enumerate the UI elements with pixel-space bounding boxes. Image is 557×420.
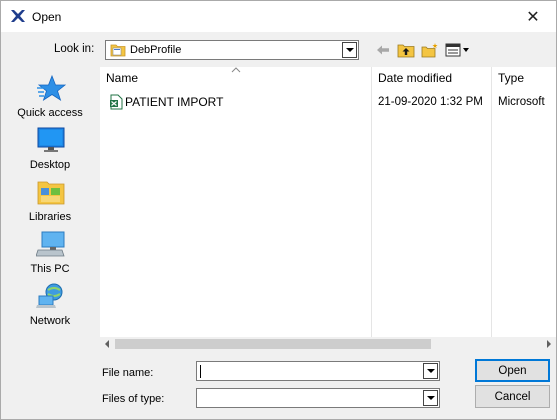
chevron-left-icon [105, 340, 109, 348]
new-folder-button[interactable] [421, 41, 439, 59]
look-in-dropdown[interactable]: DebProfile [105, 40, 359, 60]
files-of-type-label: Files of type: [102, 393, 165, 405]
place-label: Desktop [29, 159, 71, 171]
file-name: PATIENT IMPORT [125, 95, 224, 109]
cancel-button[interactable]: Cancel [475, 385, 550, 408]
chevron-down-icon[interactable] [423, 390, 438, 406]
scroll-left-button[interactable] [100, 337, 114, 351]
horizontal-scrollbar[interactable] [100, 337, 556, 351]
back-arrow-icon [377, 45, 389, 55]
network-icon [36, 283, 63, 308]
this-pc-icon [36, 231, 65, 257]
quick-access-star-icon [37, 74, 66, 101]
chevron-down-icon[interactable] [423, 363, 438, 379]
up-folder-button[interactable] [397, 41, 415, 59]
scrollbar-thumb[interactable] [115, 339, 431, 349]
chevron-right-icon [547, 340, 551, 348]
desktop-icon [37, 127, 65, 152]
view-menu-button[interactable] [445, 41, 471, 59]
files-of-type-dropdown[interactable] [196, 388, 440, 408]
chevron-down-icon[interactable] [342, 42, 357, 58]
place-network[interactable]: Network [3, 282, 97, 332]
libraries-icon [37, 181, 65, 205]
column-header-name[interactable]: Name [106, 71, 138, 89]
close-button[interactable]: ✕ [510, 1, 556, 32]
file-name-input[interactable] [199, 363, 421, 379]
window-title: Open [32, 10, 62, 24]
excel-file-icon [110, 94, 123, 110]
text-caret [200, 365, 201, 378]
place-label: Libraries [28, 211, 72, 223]
place-label: This PC [30, 263, 70, 275]
view-menu-icon [445, 43, 469, 57]
folder-icon [110, 44, 126, 57]
place-label: Quick access [17, 107, 83, 119]
back-button[interactable] [375, 41, 391, 59]
look-in-label: Look in: [54, 43, 95, 55]
column-header-date-modified[interactable]: Date modified [378, 71, 452, 89]
column-header-type[interactable]: Type [498, 71, 524, 89]
file-name-label: File name: [102, 367, 154, 379]
file-row[interactable]: PATIENT IMPORT 21-09-2020 1:32 PM Micros… [100, 93, 556, 111]
open-dialog: Open ✕ Look in: DebProfile Quick access … [0, 0, 557, 420]
place-desktop[interactable]: Desktop [3, 126, 97, 176]
file-date-modified: 21-09-2020 1:32 PM [378, 96, 483, 108]
place-this-pc[interactable]: This PC [3, 230, 97, 280]
file-name-combo[interactable] [196, 361, 440, 381]
close-icon: ✕ [526, 8, 540, 26]
open-button[interactable]: Open [475, 359, 550, 382]
place-label: Network [29, 315, 71, 327]
look-in-value: DebProfile [130, 44, 182, 56]
new-folder-icon [421, 43, 438, 58]
file-list[interactable]: Name Date modified Type PATIENT IMPORT 2… [100, 67, 556, 351]
file-type: Microsoft [498, 96, 545, 108]
place-quick-access[interactable]: Quick access [3, 74, 97, 124]
scroll-right-button[interactable] [542, 337, 556, 351]
sort-ascending-icon [231, 67, 241, 73]
place-libraries[interactable]: Libraries [3, 178, 97, 228]
places-bar: Quick access Desktop Libraries This PC N… [3, 67, 97, 357]
app-logo-icon [11, 10, 25, 22]
up-folder-icon [397, 44, 415, 58]
title-bar: Open ✕ [1, 1, 556, 32]
